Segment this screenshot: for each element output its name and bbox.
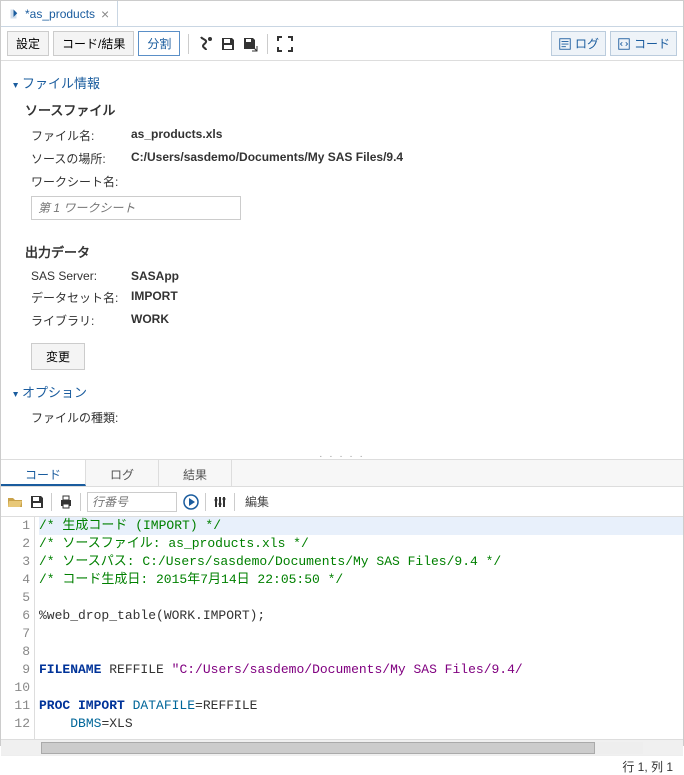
line-gutter: 123456789101112 <box>1 517 35 739</box>
file-tab[interactable]: *as_products × <box>1 1 118 26</box>
options-section[interactable]: オプション <box>13 382 671 401</box>
change-button[interactable]: 変更 <box>31 343 85 370</box>
code-editor[interactable]: 123456789101112 /* 生成コード (IMPORT) *//* ソ… <box>1 517 683 739</box>
save-icon[interactable] <box>219 35 237 53</box>
horizontal-scrollbar[interactable] <box>1 739 683 755</box>
status-bar: 行 1, 列 1 <box>1 755 683 775</box>
tab-title: *as_products <box>25 7 95 21</box>
filetype-label: ファイルの種類: <box>31 409 118 426</box>
save-code-icon[interactable] <box>29 494 45 510</box>
code-icon <box>617 37 631 51</box>
server-value: SASApp <box>131 269 179 283</box>
splitter[interactable]: · · · · · <box>1 451 683 459</box>
worksheet-label: ワークシート名: <box>31 173 131 190</box>
log-icon <box>558 37 572 51</box>
run-icon[interactable] <box>197 35 215 53</box>
tab-code[interactable]: コード <box>1 460 86 486</box>
library-value: WORK <box>131 312 169 329</box>
code-results-button[interactable]: コード/結果 <box>53 31 134 56</box>
source-file-header: ソースファイル <box>25 100 671 119</box>
open-icon[interactable] <box>7 494 23 510</box>
tab-results[interactable]: 結果 <box>159 460 232 486</box>
filename-label: ファイル名: <box>31 127 131 144</box>
sourceloc-label: ソースの場所: <box>31 150 131 167</box>
output-data-header: 出力データ <box>25 242 671 261</box>
dataset-value: IMPORT <box>131 289 178 306</box>
separator <box>205 493 206 511</box>
saveas-icon[interactable] <box>241 35 259 53</box>
code-content[interactable]: /* 生成コード (IMPORT) *//* ソースファイル: as_produ… <box>35 517 683 739</box>
split-button[interactable]: 分割 <box>138 31 180 56</box>
separator <box>80 493 81 511</box>
edit-label[interactable]: 編集 <box>241 493 273 510</box>
worksheet-input[interactable] <box>31 196 241 220</box>
file-info-section[interactable]: ファイル情報 <box>13 73 671 92</box>
filename-value: as_products.xls <box>131 127 222 144</box>
fullscreen-icon[interactable] <box>276 35 294 53</box>
separator <box>267 34 268 54</box>
program-icon <box>9 8 21 20</box>
separator <box>234 493 235 511</box>
settings-button[interactable]: 設定 <box>7 31 49 56</box>
separator <box>51 493 52 511</box>
content-pane: ファイル情報 ソースファイル ファイル名:as_products.xls ソース… <box>1 61 683 451</box>
line-number-input[interactable] <box>87 492 177 512</box>
tab-log[interactable]: ログ <box>86 460 159 486</box>
print-icon[interactable] <box>58 494 74 510</box>
dataset-label: データセット名: <box>31 289 131 306</box>
go-icon[interactable] <box>183 494 199 510</box>
separator <box>188 34 189 54</box>
server-label: SAS Server: <box>31 269 131 283</box>
code-button[interactable]: コード <box>610 31 677 56</box>
sourceloc-value: C:/Users/sasdemo/Documents/My SAS Files/… <box>131 150 403 167</box>
find-icon[interactable] <box>212 494 228 510</box>
log-button[interactable]: ログ <box>551 31 606 56</box>
library-label: ライブラリ: <box>31 312 131 329</box>
close-icon[interactable]: × <box>101 6 109 22</box>
